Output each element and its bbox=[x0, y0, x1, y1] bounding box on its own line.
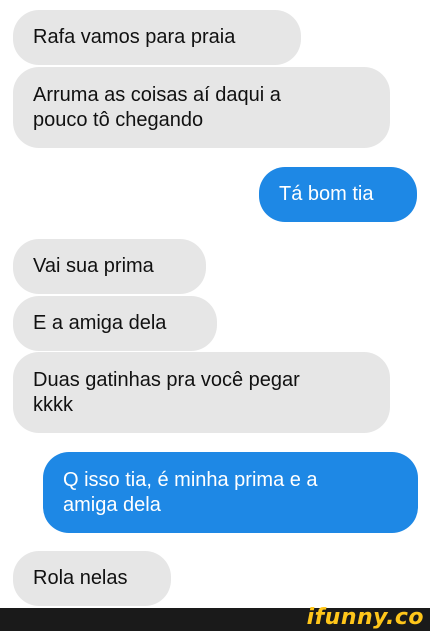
message-text: E a amiga dela bbox=[33, 312, 167, 334]
message-sent[interactable]: Tá bom tia bbox=[259, 167, 417, 222]
message-received[interactable]: Rafa vamos para praia bbox=[13, 10, 301, 65]
message-text: Tá bom tia bbox=[279, 183, 374, 205]
message-text: Rafa vamos para praia bbox=[33, 26, 236, 48]
message-sent[interactable]: Q isso tia, é minha prima e a amiga dela bbox=[43, 452, 418, 533]
message-text: Q isso tia, é minha prima e a bbox=[63, 468, 318, 491]
message-text: pouco tô chegando bbox=[33, 108, 204, 131]
message-text: kkkk bbox=[33, 393, 73, 416]
message-text: Vai sua prima bbox=[33, 255, 154, 277]
message-text: Rola nelas bbox=[33, 567, 128, 589]
message-text: Arruma as coisas aí daqui a bbox=[33, 83, 281, 106]
message-received[interactable]: Duas gatinhas pra você pegar kkkk bbox=[13, 352, 390, 433]
chat-thread: Rafa vamos para praia Arruma as coisas a… bbox=[0, 0, 430, 608]
message-text: amiga dela bbox=[63, 493, 161, 516]
message-received[interactable]: Vai sua prima bbox=[13, 239, 206, 294]
message-received[interactable]: E a amiga dela bbox=[13, 296, 217, 351]
message-text: Duas gatinhas pra você pegar bbox=[33, 368, 300, 391]
message-received[interactable]: Arruma as coisas aí daqui a pouco tô che… bbox=[13, 67, 390, 148]
ifunny-watermark: ifunny.co bbox=[306, 605, 424, 630]
watermark-bar: ifunny.co bbox=[0, 605, 430, 631]
message-received[interactable]: Rola nelas bbox=[13, 551, 171, 606]
